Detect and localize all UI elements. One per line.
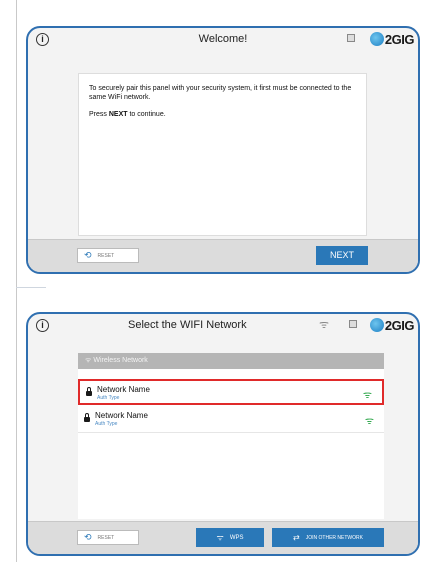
wifi-signal-icon: ᯤ [364,416,374,427]
network-list: Network Name Auth Type ᯤ Network Name Au… [78,369,384,519]
wireless-network-header: ᯤ Wireless Network [78,353,384,369]
wifi-icon: ᯤ [85,357,92,364]
brand-logo: 2GIG [369,316,415,334]
welcome-footer: ⟲ RESET NEXT [28,239,418,272]
network-name: Network Name [97,385,150,394]
logo-text: 2GIG [384,31,415,47]
left-guide-line [16,0,17,562]
wps-label: WPS [229,534,244,541]
wifi-icon: ᯤ [216,533,224,542]
logo-mark-icon [369,32,384,46]
logo-mark-icon [369,318,384,332]
welcome-message-line1: To securely pair this panel with your se… [89,85,352,101]
reset-button[interactable]: ⟲ RESET [77,530,139,545]
reset-button[interactable]: ⟲ RESET [77,248,139,263]
welcome-header: i Welcome! 2GIG [28,28,418,54]
info-icon[interactable]: i [36,319,49,332]
next-button[interactable]: NEXT [316,246,368,265]
join-other-network-button[interactable]: ⇄ JOIN OTHER NETWORK [272,528,384,547]
wifi-icon: ᯤ [319,319,330,331]
welcome-panel: i Welcome! 2GIG To securely pair this pa… [26,26,420,274]
join-label: JOIN OTHER NETWORK [305,534,363,541]
wifi-footer: ⟲ RESET ᯤ WPS ⇄ JOIN OTHER NETWORK [28,521,418,554]
message-suffix: to continue. [127,111,166,118]
wifi-title: Select the WIFI Network [128,319,247,331]
grid-icon[interactable] [347,34,355,42]
refresh-icon: ⟲ [84,250,92,260]
welcome-message-box: To securely pair this panel with your se… [78,73,367,236]
brand-logo: 2GIG [369,30,415,48]
message-prefix: Press [89,111,109,118]
network-auth-type: Auth Type [95,421,118,427]
message-bold-next: NEXT [108,111,128,118]
welcome-title: Welcome! [198,33,248,45]
welcome-message-line2: Press NEXT to continue. [89,110,356,119]
lock-icon [84,413,90,422]
lock-icon [86,387,92,396]
link-icon: ⇄ [293,533,300,542]
network-auth-type: Auth Type [97,395,120,401]
section-separator [16,287,46,288]
logo-text: 2GIG [384,317,415,333]
list-header-label: Wireless Network [93,357,148,364]
reset-label: RESET [97,534,115,541]
reset-label: RESET [97,252,115,259]
wifi-panel: i Select the WIFI Network ᯤ 2GIG ᯤ Wirel… [26,312,420,556]
grid-icon[interactable] [349,320,357,328]
wifi-header: i Select the WIFI Network ᯤ 2GIG [28,314,418,340]
network-row[interactable]: Network Name Auth Type ᯤ [78,407,384,433]
wps-button[interactable]: ᯤ WPS [196,528,264,547]
network-row[interactable]: Network Name Auth Type ᯤ [78,379,384,405]
wifi-signal-icon: ᯤ [362,390,372,401]
network-name: Network Name [95,411,148,420]
refresh-icon: ⟲ [84,532,92,542]
